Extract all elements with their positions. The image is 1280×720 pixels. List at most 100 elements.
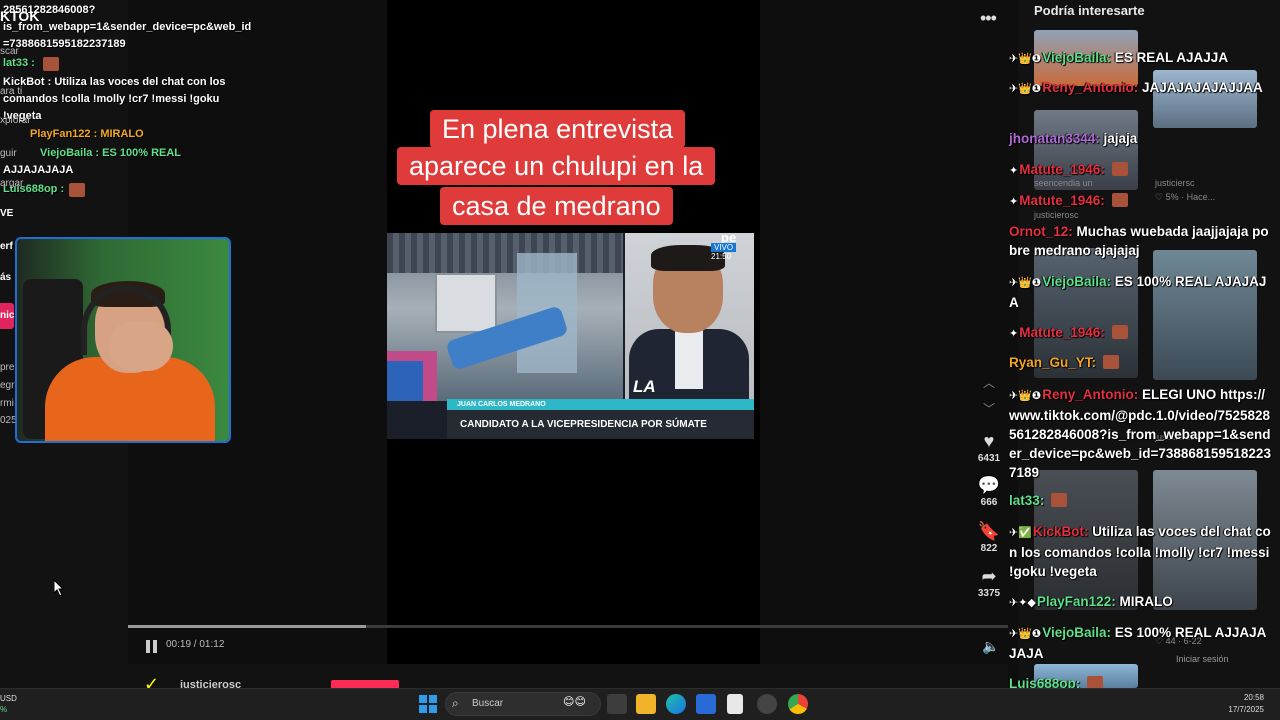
emote-icon bbox=[69, 183, 85, 197]
chat-badges: ✈👑❶ bbox=[1009, 53, 1042, 65]
video-caption-line-2: aparece un chulupi en la bbox=[397, 147, 716, 185]
emote-icon bbox=[1111, 193, 1128, 207]
chrome-icon[interactable] bbox=[788, 694, 808, 714]
chat-message: Ryan_Gu_YT: bbox=[1009, 353, 1271, 372]
side-fragment: KTOK bbox=[0, 8, 40, 24]
next-video-icon[interactable]: ﹀ bbox=[983, 400, 995, 417]
chat-separator: : bbox=[1039, 493, 1049, 508]
edge-icon[interactable] bbox=[666, 694, 686, 714]
chat-message: lat33: bbox=[1009, 491, 1271, 510]
chat-username[interactable]: ViejoBaila bbox=[1042, 274, 1106, 289]
weather-line-1: USD bbox=[0, 694, 17, 703]
lower-third-name: JUAN CARLOS MEDRANO bbox=[457, 401, 546, 408]
chat-username[interactable]: Ornot_12 bbox=[1009, 224, 1068, 239]
comment-icon: 💬 bbox=[977, 475, 1001, 495]
chat-text: ES REAL AJAJJA bbox=[1114, 50, 1229, 65]
chat-line: AJJAJAJAJA bbox=[3, 164, 74, 176]
chat-separator: : bbox=[1091, 355, 1100, 370]
chat-line: is_from_webapp=1&sender_device=pc&web_id bbox=[3, 21, 252, 33]
chat-username[interactable]: Reny_Antonio bbox=[1042, 80, 1134, 95]
task-view-icon[interactable] bbox=[607, 694, 627, 714]
comment-button[interactable]: 💬 666 bbox=[974, 475, 1004, 508]
right-chat-overlay: ✈👑❶ViejoBaila: ES REAL AJAJJA ✈👑❶Reny_Ant… bbox=[1003, 0, 1273, 691]
chat-line: comandos !colla !molly !cr7 !messi !goku bbox=[3, 93, 220, 105]
notepad-icon[interactable] bbox=[727, 694, 743, 714]
side-fragment: xplorar bbox=[0, 115, 31, 126]
live-badge: VIVO 21:50 bbox=[711, 243, 754, 261]
emote-icon bbox=[1111, 162, 1128, 176]
chat-username[interactable]: ViejoBaila bbox=[1042, 625, 1106, 640]
progress-bar[interactable] bbox=[128, 625, 1008, 628]
video-caption-line-1: En plena entrevista bbox=[430, 110, 686, 148]
chat-badges: ✈✅ bbox=[1009, 527, 1032, 539]
more-options-icon[interactable]: ••• bbox=[980, 8, 997, 29]
chat-message: ✈✅KickBot: Utiliza las voces del chat co… bbox=[1009, 522, 1271, 581]
chat-message: ✈✦◆PlayFan122: MIRALO bbox=[1009, 592, 1271, 613]
video-caption-line-3: casa de medrano bbox=[440, 187, 673, 225]
volume-icon[interactable]: 🔈 bbox=[982, 638, 999, 655]
side-fragment: scar bbox=[0, 46, 19, 57]
follow-button[interactable] bbox=[331, 680, 399, 688]
author-strip bbox=[128, 664, 1008, 688]
chat-username[interactable]: PlayFan122 bbox=[1037, 594, 1111, 609]
bookmark-button[interactable]: 🔖 822 bbox=[974, 521, 1004, 554]
chat-message: ✈👑❶ViejoBaila: ES 100% REAL AJJAJAJAJA bbox=[1009, 623, 1271, 663]
emote-icon bbox=[1102, 355, 1119, 369]
windows-start-icon[interactable] bbox=[419, 695, 437, 713]
chat-separator: : bbox=[1083, 524, 1093, 539]
side-fragment: rmi bbox=[0, 398, 14, 409]
chat-username[interactable]: KickBot bbox=[1033, 524, 1084, 539]
file-explorer-icon[interactable] bbox=[636, 694, 656, 714]
chat-separator: : bbox=[1106, 50, 1115, 65]
chat-message: ✈👑❶Reny_Antonio: ELEGI UNO https://www.t… bbox=[1009, 385, 1271, 482]
chat-username[interactable]: Matute_1946 bbox=[1019, 325, 1100, 340]
weather-widget[interactable]: USD % bbox=[0, 693, 17, 715]
chat-separator: : bbox=[1095, 131, 1104, 146]
weather-line-2: % bbox=[0, 705, 8, 714]
store-icon[interactable] bbox=[696, 694, 716, 714]
side-fragment: egr bbox=[0, 380, 15, 391]
chat-username[interactable]: Matute_1946 bbox=[1019, 193, 1100, 208]
search-placeholder: Buscar bbox=[472, 698, 504, 709]
webcam-overlay bbox=[15, 237, 231, 443]
chat-line: KickBot : Utiliza las voces del chat con… bbox=[3, 76, 226, 88]
chat-separator: : bbox=[1133, 387, 1142, 402]
lower-third-title: CANDIDATO A LA VICEPRESIDENCIA POR SÚMAT… bbox=[460, 419, 707, 430]
side-fragment: pre bbox=[0, 362, 15, 373]
share-button[interactable]: ➦ 3375 bbox=[974, 566, 1004, 599]
chat-text: JAJAJAJAJAJJAA bbox=[1142, 80, 1263, 95]
chat-message: ✈👑❶Reny_Antonio: JAJAJAJAJAJJAA bbox=[1009, 78, 1271, 99]
chat-username[interactable]: Matute_1946 bbox=[1019, 162, 1100, 177]
pause-icon[interactable] bbox=[146, 640, 158, 653]
like-button[interactable]: ♥ 6431 bbox=[974, 431, 1004, 464]
chat-username[interactable]: jhonatan3344 bbox=[1009, 131, 1095, 146]
chat-text: jajaja bbox=[1103, 131, 1138, 146]
chat-badges: ✈👑❶ bbox=[1009, 628, 1042, 640]
live-label: VIVO bbox=[711, 243, 737, 252]
news-broadcast-frame: pe VIVO 21:50 LA CAFETERIA JUAN CARLOS M… bbox=[387, 233, 754, 439]
mouse-cursor-icon bbox=[54, 580, 64, 596]
chat-badges: ✦ bbox=[1009, 165, 1019, 177]
chat-separator: : bbox=[1106, 274, 1115, 289]
bookmark-icon: 🔖 bbox=[977, 521, 1001, 541]
share-count: 3375 bbox=[977, 588, 1001, 599]
chat-username[interactable]: Ryan_Gu_YT bbox=[1009, 355, 1092, 370]
chat-badges: ✈👑❶ bbox=[1009, 390, 1042, 402]
side-fragment: nic bbox=[0, 310, 15, 321]
previous-video-icon[interactable]: ︿ bbox=[983, 374, 995, 391]
emote-icon bbox=[1051, 493, 1068, 507]
chat-username[interactable]: Reny_Antonio bbox=[1042, 387, 1134, 402]
taskbar-clock[interactable]: 20:58 17/7/2025 bbox=[1224, 692, 1264, 716]
obs-icon[interactable] bbox=[757, 694, 777, 714]
side-fragment: ás bbox=[0, 272, 12, 283]
chat-separator: : bbox=[1133, 80, 1142, 95]
chat-separator: : bbox=[1068, 224, 1077, 239]
search-icon: ⌕ bbox=[452, 696, 459, 710]
chat-username[interactable]: lat33 bbox=[1009, 493, 1040, 508]
playback-time: 00:19 / 01:12 bbox=[166, 639, 225, 650]
chat-message: Ornot_12: Muchas wuebada jaajjajaja pobr… bbox=[1009, 222, 1271, 260]
chat-message: ✈👑❶ViejoBaila: ES 100% REAL AJAJAJA bbox=[1009, 272, 1271, 312]
chat-badges: ✈✦◆ bbox=[1009, 597, 1036, 609]
chat-badges: ✈👑❶ bbox=[1009, 83, 1042, 95]
chat-username[interactable]: ViejoBaila bbox=[1042, 50, 1106, 65]
